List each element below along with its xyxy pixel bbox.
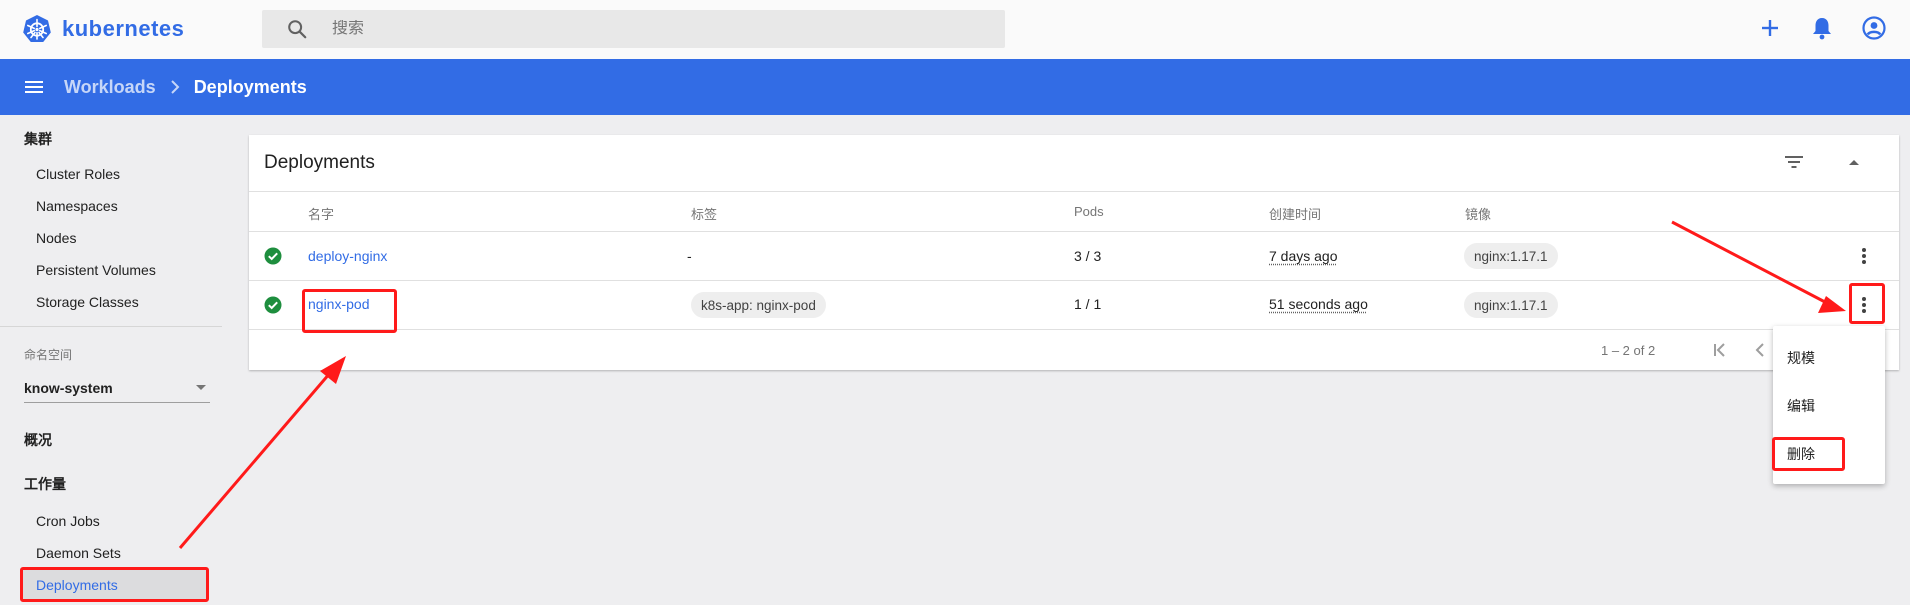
deployments-card: Deployments 名字 标签 Pods 创建时间 镜像 deploy-ng… (249, 135, 1899, 370)
sidebar-heading-cluster: 集群 (24, 131, 52, 147)
kubernetes-logo-icon (23, 15, 51, 42)
first-page-button[interactable] (1709, 339, 1731, 361)
pagination-range: 1 – 2 of 2 (1601, 343, 1656, 358)
row-divider (249, 280, 1899, 281)
column-header-created[interactable]: 创建时间 (1269, 204, 1321, 223)
filter-icon (1785, 156, 1803, 168)
breadcrumb-current: Deployments (193, 76, 307, 97)
hamburger-menu-icon[interactable] (22, 75, 46, 99)
header-divider (249, 191, 1899, 192)
sidebar-item-namespaces[interactable]: Namespaces (36, 198, 118, 214)
highlight-box-name (302, 289, 397, 333)
deployment-created: 51 seconds ago (1269, 296, 1368, 312)
row-divider (249, 231, 1899, 232)
sidebar-item-overview[interactable]: 概况 (24, 430, 52, 450)
more-vert-icon (1862, 248, 1866, 264)
deployment-labels: - (687, 248, 692, 264)
account-button[interactable] (1860, 14, 1888, 42)
sidebar-item-nodes[interactable]: Nodes (36, 230, 76, 246)
column-header-images: 镜像 (1465, 207, 1492, 222)
brand-logo[interactable]: kubernetes (22, 14, 184, 44)
deployment-pods: 1 / 1 (1074, 296, 1102, 312)
top-actions (1732, 14, 1888, 42)
bell-icon (1813, 18, 1831, 40)
column-header-labels: 标签 (691, 207, 718, 222)
row-actions-button[interactable] (1852, 244, 1876, 268)
brand-name: kubernetes (62, 16, 185, 41)
sidebar-item-daemon-sets[interactable]: Daemon Sets (36, 545, 121, 561)
deployment-name-link[interactable]: deploy-nginx (308, 248, 387, 264)
sidebar-divider (0, 326, 222, 327)
sidebar-item-storage-classes[interactable]: Storage Classes (36, 294, 139, 310)
sidebar-heading-workloads[interactable]: 工作量 (24, 474, 66, 494)
label-chip: k8s-app: nginx-pod (691, 292, 826, 318)
row-divider (249, 329, 1899, 330)
image-chip: nginx:1.17.1 (1464, 292, 1558, 318)
column-header-name[interactable]: 名字 (308, 204, 334, 223)
account-circle-icon (1862, 16, 1886, 40)
namespace-value: know-system (24, 379, 113, 396)
check-circle-icon (264, 247, 282, 265)
column-header-pods: Pods (1074, 204, 1104, 219)
highlight-box-delete (1772, 437, 1845, 471)
top-bar: kubernetes (0, 0, 1910, 59)
add-button[interactable] (1756, 14, 1784, 42)
namespace-select[interactable]: know-system (24, 373, 210, 403)
breadcrumb-toolbar: Workloads Deployments (0, 59, 1910, 115)
sidebar-item-persistent-volumes[interactable]: Persistent Volumes (36, 262, 156, 278)
notifications-button[interactable] (1808, 14, 1836, 42)
card-actions (1747, 149, 1867, 175)
chevron-right-icon (170, 80, 180, 94)
dropdown-caret-icon (196, 385, 206, 390)
previous-page-button[interactable] (1749, 339, 1771, 361)
sidebar: 集群 Cluster Roles Namespaces Nodes Persis… (0, 115, 222, 605)
highlight-box-sidebar (20, 567, 209, 602)
search-input[interactable] (332, 20, 932, 38)
namespace-label: 命名空间 (24, 348, 73, 362)
image-chip: nginx:1.17.1 (1464, 243, 1558, 269)
deployment-created: 7 days ago (1269, 248, 1338, 264)
collapse-button[interactable] (1841, 149, 1867, 175)
add-icon (1762, 20, 1778, 36)
deployment-pods: 3 / 3 (1074, 248, 1102, 264)
highlight-box-actions (1849, 283, 1885, 324)
menu-item-edit[interactable]: 编辑 (1787, 396, 1815, 416)
chevron-left-icon (1755, 343, 1764, 357)
sidebar-item-cluster-roles[interactable]: Cluster Roles (36, 166, 120, 182)
first-page-icon (1714, 343, 1725, 357)
search-icon (288, 20, 307, 39)
card-title: Deployments (264, 152, 375, 173)
caret-up-icon (1849, 160, 1859, 165)
sidebar-item-cron-jobs[interactable]: Cron Jobs (36, 513, 100, 529)
check-circle-icon (264, 296, 282, 314)
breadcrumb-workloads[interactable]: Workloads (64, 77, 156, 98)
search-bar[interactable] (262, 10, 1005, 48)
menu-item-scale[interactable]: 规模 (1787, 348, 1815, 368)
filter-button[interactable] (1781, 149, 1807, 175)
